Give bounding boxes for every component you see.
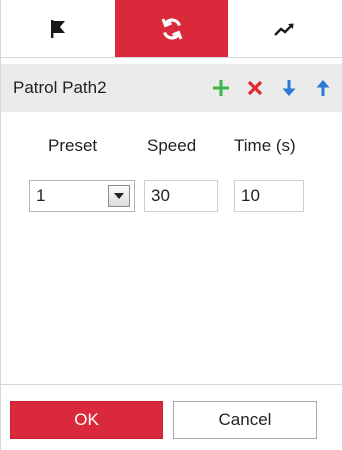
patrol-row: 1 (1, 180, 342, 214)
header-speed: Speed (147, 136, 197, 155)
speed-input[interactable] (144, 180, 218, 212)
toolbar-icons (212, 79, 342, 97)
move-down-icon[interactable] (280, 79, 298, 97)
time-input[interactable] (234, 180, 304, 212)
flag-icon (47, 18, 69, 40)
header-preset: Preset (48, 136, 98, 155)
cancel-button[interactable]: Cancel (173, 401, 317, 439)
tab-bar (1, 0, 343, 58)
preset-select[interactable]: 1 (29, 180, 135, 212)
delete-icon[interactable] (246, 79, 264, 97)
preset-value: 1 (36, 186, 46, 205)
chevron-down-icon[interactable] (108, 185, 130, 207)
move-up-icon[interactable] (314, 79, 332, 97)
tab-patrol[interactable] (114, 0, 229, 57)
patrol-toolbar: Patrol Path2 (1, 64, 342, 112)
tab-preset[interactable] (1, 0, 115, 57)
add-icon[interactable] (212, 79, 230, 97)
footer-divider (1, 384, 342, 385)
tab-pattern[interactable] (228, 0, 343, 57)
patrol-path-name: Patrol Path2 (13, 78, 107, 97)
column-headers: Preset Speed Time (s) (1, 132, 342, 160)
trend-icon (273, 18, 297, 40)
refresh-icon (159, 16, 185, 42)
ok-button[interactable]: OK (10, 401, 163, 439)
patrol-panel: Patrol Path2 Preset Speed Time (s) 1 30 … (0, 0, 343, 450)
header-time: Time (s) (234, 136, 296, 155)
